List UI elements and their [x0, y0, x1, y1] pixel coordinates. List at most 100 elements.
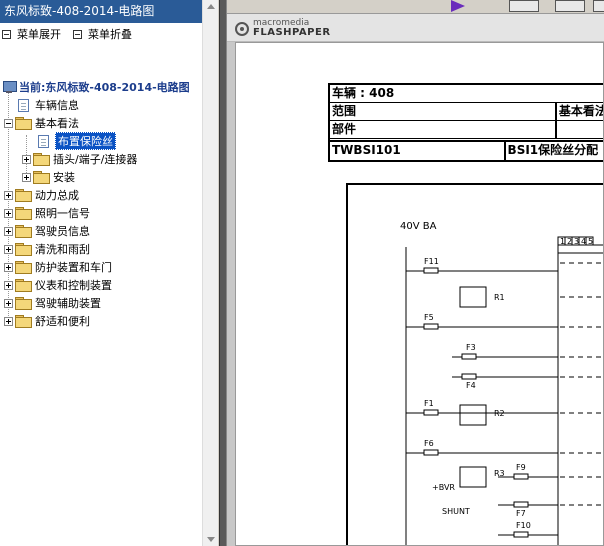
- relay-label: R1: [494, 293, 505, 302]
- document-icon: [38, 134, 49, 148]
- tree-root-label: 当前:东风标致-408-2014-电路图: [19, 81, 190, 94]
- circuit-diagram: 40V BA 1 2 3 4 5 F11 F5 F3 F4 F1 F6 F9 F…: [346, 183, 603, 545]
- tree-item-label: 基本看法: [35, 117, 79, 130]
- tree-item-vehicle-info[interactable]: 车辆信息: [18, 96, 79, 114]
- tree-item-label: 驾驶员信息: [35, 225, 90, 238]
- terminal-number: 3: [574, 237, 580, 246]
- flashpaper-toolbar: macromedia FLASHPAPER: [227, 14, 604, 42]
- collapse-menu-button[interactable]: 菜单折叠: [73, 26, 132, 42]
- terminal-number: 1: [560, 237, 566, 246]
- document-page[interactable]: 车辆 : 408 范围 基本看法 部件 TWBSI101 BSI1保险丝分配 4…: [235, 42, 604, 546]
- scroll-up-icon[interactable]: [207, 4, 215, 9]
- expand-menu-button[interactable]: 菜单展开: [2, 26, 61, 42]
- header-row: 车辆 : 408: [330, 85, 603, 103]
- tree-view: 当前:东风标致-408-2014-电路图 车辆信息 基本看法 布置保险丝 插头/…: [0, 78, 202, 546]
- tree-item-label: 舒适和便利: [35, 315, 90, 328]
- expand-toggle-icon[interactable]: [4, 262, 13, 272]
- tree-item-powertrain[interactable]: 动力总成: [4, 186, 79, 204]
- viewer-top-toolbar: [227, 0, 604, 14]
- navigation-panel: 东风标致-408-2014-电路图 菜单展开 菜单折叠 当前:东风标致-408-…: [0, 0, 218, 546]
- fuse-label: F9: [516, 463, 526, 472]
- tree-item-label: 动力总成: [35, 189, 79, 202]
- relay-label: R2: [494, 409, 505, 418]
- fuse-label: F6: [424, 439, 434, 448]
- expand-icon: [2, 29, 11, 39]
- relay-label: R3: [494, 469, 505, 478]
- play-icon[interactable]: [451, 0, 465, 12]
- fuse-label: F5: [424, 313, 434, 322]
- toolbar-button[interactable]: [555, 0, 585, 12]
- terminal-number: 4: [581, 237, 587, 246]
- bvr-label: +BVR: [432, 483, 455, 492]
- scope-value-cell: 基本看法: [554, 103, 603, 120]
- header-row: TWBSI101 BSI1保险丝分配: [330, 142, 603, 160]
- terminal-number: 5: [588, 237, 594, 246]
- tree-item-basic-view[interactable]: 基本看法: [4, 114, 79, 132]
- header-row: 范围 基本看法: [330, 103, 603, 121]
- tree-item-label: 仪表和控制装置: [35, 279, 112, 292]
- tree-item-fuse-layout[interactable]: 布置保险丝: [38, 132, 116, 150]
- toolbar-button[interactable]: [509, 0, 539, 12]
- component-cell: 部件: [332, 122, 357, 136]
- brand-line-2: FLASHPAPER: [253, 27, 331, 38]
- wiring-svg: [405, 236, 603, 545]
- expand-toggle-icon[interactable]: [4, 298, 13, 308]
- expand-menu-label: 菜单展开: [17, 28, 61, 41]
- scroll-down-icon[interactable]: [207, 537, 215, 542]
- tree-root[interactable]: 当前:东风标致-408-2014-电路图: [2, 78, 190, 96]
- tree-item-label-selected: 布置保险丝: [55, 132, 116, 150]
- tree-item-protection-doors[interactable]: 防护装置和车门: [4, 258, 112, 276]
- fuse-label: F11: [424, 257, 439, 266]
- tree-item-label: 插头/端子/连接器: [53, 153, 138, 166]
- tree-item-comfort[interactable]: 舒适和便利: [4, 312, 90, 330]
- computer-icon: [2, 80, 17, 94]
- code-cell: TWBSI101: [332, 143, 401, 157]
- folder-icon: [15, 297, 32, 310]
- component-value-cell: [554, 121, 603, 138]
- collapse-menu-label: 菜单折叠: [88, 28, 132, 41]
- vehicle-cell: 车辆 : 408: [332, 86, 395, 100]
- tree-item-lighting[interactable]: 照明一信号: [4, 204, 90, 222]
- fuse-label: F10: [516, 521, 531, 530]
- expand-toggle-icon[interactable]: [4, 226, 13, 236]
- tree-item-label: 照明一信号: [35, 207, 90, 220]
- tree-scrollbar[interactable]: [202, 0, 218, 546]
- fuse-label: F3: [466, 343, 476, 352]
- panel-splitter[interactable]: [219, 0, 227, 546]
- expand-toggle-icon[interactable]: [4, 190, 13, 200]
- expand-toggle-icon[interactable]: [4, 208, 13, 218]
- tree-item-instruments[interactable]: 仪表和控制装置: [4, 276, 112, 294]
- description-cell: BSI1保险丝分配: [503, 142, 603, 160]
- folder-icon: [15, 189, 32, 202]
- expand-toggle-icon[interactable]: [22, 154, 31, 164]
- folder-icon: [15, 225, 32, 238]
- expand-toggle-icon[interactable]: [4, 316, 13, 326]
- folder-icon: [33, 153, 50, 166]
- flashpaper-logo: macromedia FLASHPAPER: [235, 19, 331, 38]
- header-row: 部件: [330, 121, 603, 139]
- tree-item-label: 驾驶辅助装置: [35, 297, 101, 310]
- toolbar-button[interactable]: [593, 0, 604, 12]
- tree-item-driver-info[interactable]: 驾驶员信息: [4, 222, 90, 240]
- tree-item-connectors[interactable]: 插头/端子/连接器: [22, 150, 137, 168]
- collapse-icon: [73, 29, 82, 39]
- tree-item-label: 安装: [53, 171, 75, 184]
- document-viewer: macromedia FLASHPAPER ✋ 车辆 : 408 范围 基本看法…: [227, 0, 604, 546]
- folder-icon: [15, 207, 32, 220]
- folder-icon: [33, 171, 50, 184]
- folder-open-icon: [15, 117, 32, 130]
- tree-item-wash-wipe[interactable]: 清洗和雨刮: [4, 240, 90, 258]
- tree-item-driving-assist[interactable]: 驾驶辅助装置: [4, 294, 101, 312]
- folder-icon: [15, 261, 32, 274]
- collapse-toggle-icon[interactable]: [4, 118, 13, 128]
- expand-toggle-icon[interactable]: [22, 172, 31, 182]
- tree-item-installation[interactable]: 安装: [22, 168, 75, 186]
- expand-toggle-icon[interactable]: [4, 244, 13, 254]
- panel-title: 东风标致-408-2014-电路图: [0, 0, 217, 23]
- fuse-label: F7: [516, 509, 526, 518]
- macromedia-logo-icon: [235, 21, 249, 36]
- expand-toggle-icon[interactable]: [4, 280, 13, 290]
- fuse-label: F4: [466, 381, 476, 390]
- document-icon: [18, 98, 29, 112]
- scope-cell: 范围: [332, 104, 357, 118]
